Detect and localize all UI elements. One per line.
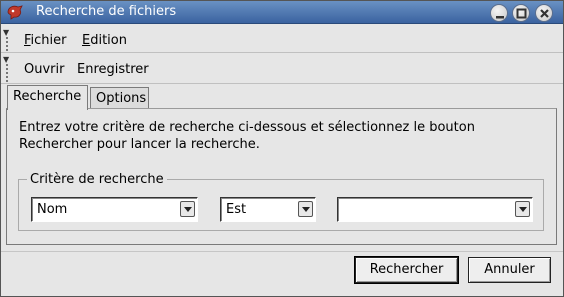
tab-strip: Recherche Options — [0, 85, 564, 110]
operator-select-dropdown-button[interactable] — [298, 201, 313, 217]
toolbar-handle[interactable]: ▼ — [3, 56, 13, 82]
title-bar[interactable]: Recherche de fichiers — [0, 0, 564, 24]
field-select-value: Nom — [37, 202, 68, 217]
cancel-button[interactable]: Annuler — [468, 257, 551, 283]
description-line-2: Rechercher pour lancer la recherche. — [19, 137, 260, 152]
open-button[interactable]: Ouvrir — [24, 62, 64, 77]
value-select[interactable] — [337, 197, 533, 222]
chevron-down-icon — [302, 207, 310, 212]
close-button[interactable] — [535, 4, 553, 22]
minimize-icon — [496, 16, 504, 19]
toolbar: ▼ Ouvrir Enregistrer — [0, 54, 564, 84]
button-area-separator — [0, 251, 564, 252]
tab-options-label: Options — [96, 91, 147, 106]
app-logo-icon[interactable] — [6, 4, 24, 20]
criteria-group: Critère de recherche Nom Est — [18, 172, 544, 231]
chevron-down-icon — [184, 207, 192, 212]
maximize-icon — [516, 8, 527, 19]
tab-recherche-label: Recherche — [13, 89, 82, 104]
maximize-button[interactable] — [512, 4, 530, 22]
search-panel: Entrez votre critère de recherche ci-des… — [6, 108, 557, 245]
value-select-dropdown-button[interactable] — [515, 201, 530, 217]
tab-options[interactable]: Options — [90, 87, 149, 109]
window-title: Recherche de fichiers — [36, 4, 177, 19]
menu-fichier-label: ichier — [30, 33, 67, 48]
minimize-button[interactable] — [490, 4, 508, 22]
chevron-down-icon — [519, 207, 527, 212]
criteria-group-label: Critère de recherche — [27, 172, 167, 187]
menu-bar: ▼ Fichier Edition — [0, 27, 564, 53]
tab-recherche[interactable]: Recherche — [7, 85, 88, 110]
operator-select[interactable]: Est — [220, 197, 316, 222]
close-icon — [540, 9, 549, 18]
search-button[interactable]: Rechercher — [354, 256, 459, 284]
operator-select-value: Est — [226, 202, 247, 217]
menu-fichier[interactable]: Fichier — [24, 33, 67, 48]
menubar-handle[interactable]: ▼ — [3, 29, 13, 51]
save-button[interactable]: Enregistrer — [77, 62, 149, 77]
field-select[interactable]: Nom — [31, 197, 198, 222]
field-select-dropdown-button[interactable] — [180, 201, 195, 217]
menu-edition[interactable]: Edition — [82, 33, 127, 48]
description-line-1: Entrez votre critère de recherche ci-des… — [19, 120, 475, 135]
menu-edition-label: dition — [90, 33, 127, 48]
description-text: Entrez votre critère de recherche ci-des… — [19, 119, 539, 153]
